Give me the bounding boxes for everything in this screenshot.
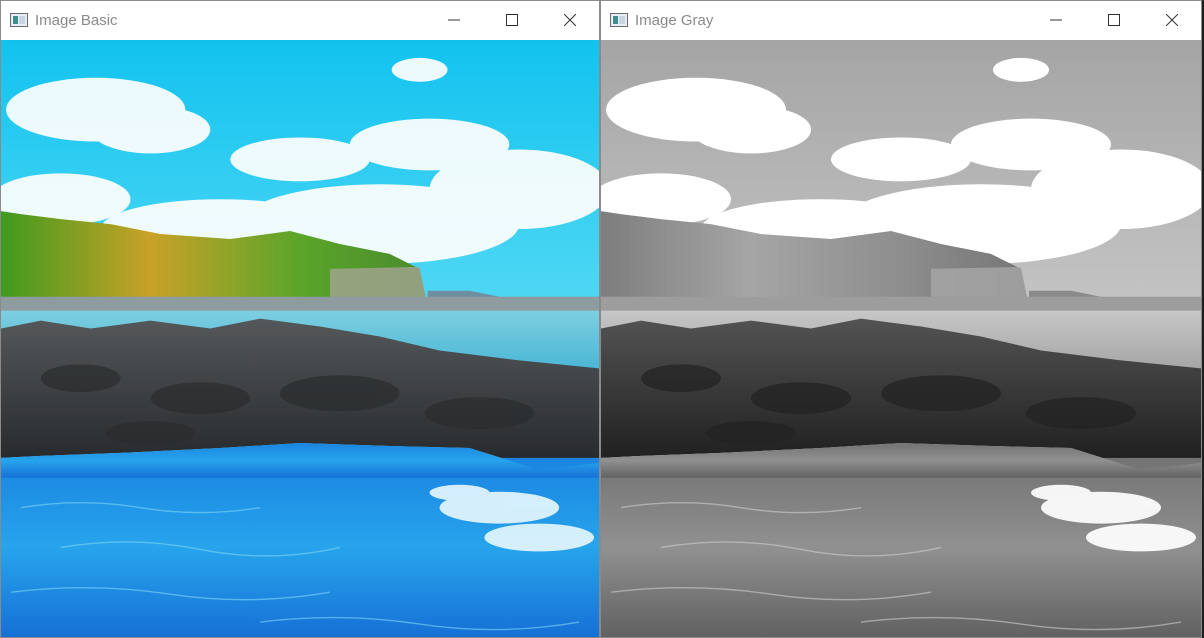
close-icon xyxy=(564,14,576,26)
maximize-button[interactable] xyxy=(1085,1,1143,39)
coastal-landscape-image-grayscale xyxy=(601,40,1201,637)
minimize-icon xyxy=(448,19,460,21)
minimize-button[interactable] xyxy=(425,1,483,39)
image-canvas xyxy=(1,40,599,637)
close-button[interactable] xyxy=(541,1,599,39)
title-bar[interactable]: Image Basic xyxy=(1,1,599,39)
image-gray-window[interactable]: Image Gray xyxy=(600,0,1202,638)
maximize-button[interactable] xyxy=(483,1,541,39)
image-canvas xyxy=(601,40,1201,637)
minimize-button[interactable] xyxy=(1027,1,1085,39)
title-bar[interactable]: Image Gray xyxy=(601,1,1201,39)
maximize-icon xyxy=(506,14,518,26)
maximize-icon xyxy=(1108,14,1120,26)
close-button[interactable] xyxy=(1143,1,1201,39)
coastal-landscape-image xyxy=(1,40,599,637)
app-window-icon xyxy=(610,13,628,27)
window-title: Image Gray xyxy=(635,11,714,29)
window-title: Image Basic xyxy=(35,11,118,29)
minimize-icon xyxy=(1050,19,1062,21)
close-icon xyxy=(1166,14,1178,26)
app-window-icon xyxy=(10,13,28,27)
image-basic-window[interactable]: Image Basic xyxy=(0,0,600,638)
